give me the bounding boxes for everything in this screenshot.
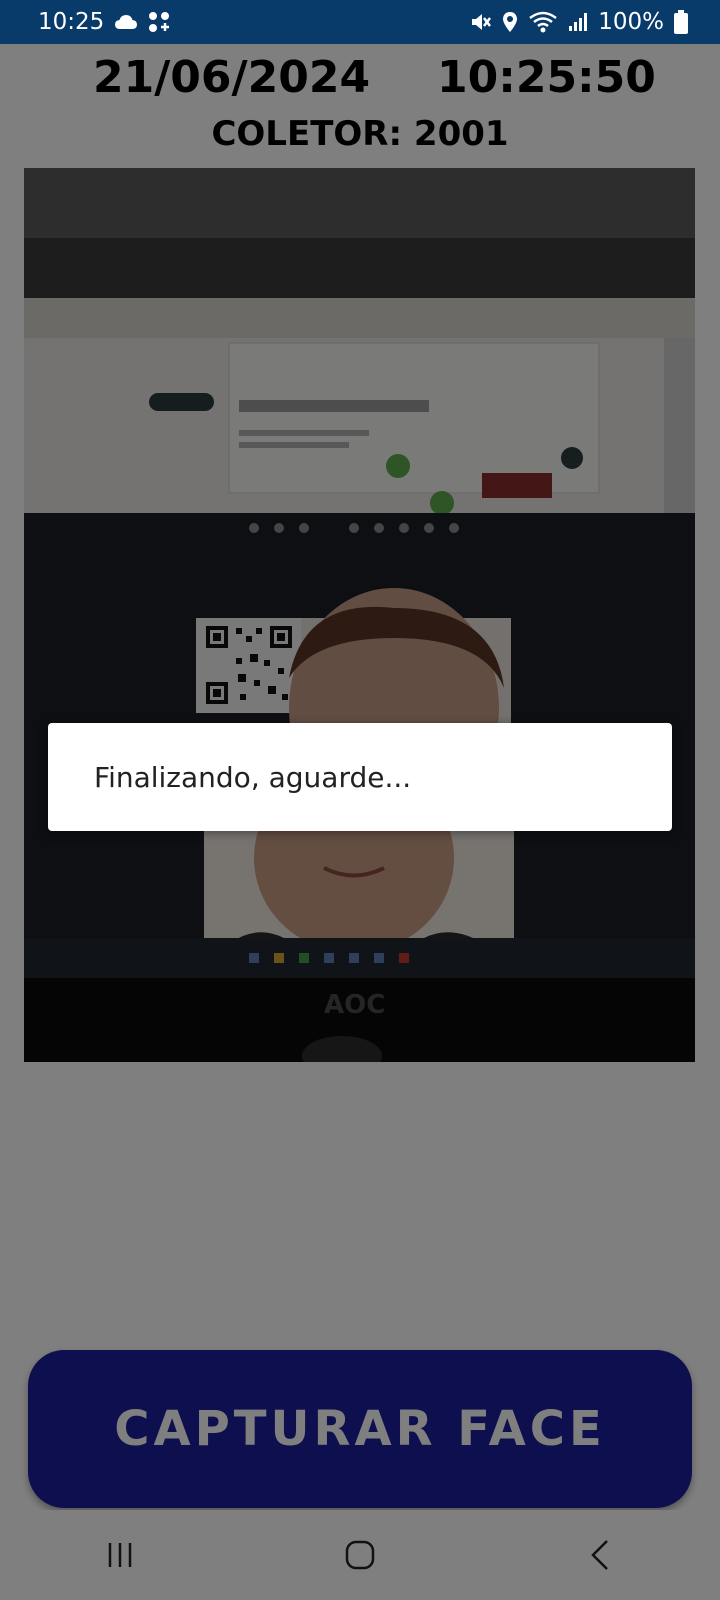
dialog-message: Finalizando, aguarde... bbox=[94, 761, 412, 794]
cloud-icon bbox=[114, 14, 138, 30]
wifi-icon bbox=[528, 11, 558, 33]
battery-icon bbox=[674, 10, 688, 34]
screen: 10:25 100% Finalizando, aguarde... bbox=[0, 0, 720, 1600]
mute-icon bbox=[470, 11, 492, 33]
apps-icon bbox=[148, 11, 170, 33]
status-bar-left: 10:25 bbox=[38, 9, 170, 35]
signal-icon bbox=[568, 12, 588, 32]
progress-dialog: Finalizando, aguarde... bbox=[48, 723, 672, 831]
location-icon bbox=[502, 11, 518, 33]
status-bar: 10:25 100% bbox=[0, 0, 720, 44]
battery-percent: 100% bbox=[598, 9, 664, 35]
status-bar-right: 100% bbox=[470, 9, 688, 35]
status-time: 10:25 bbox=[38, 9, 105, 35]
